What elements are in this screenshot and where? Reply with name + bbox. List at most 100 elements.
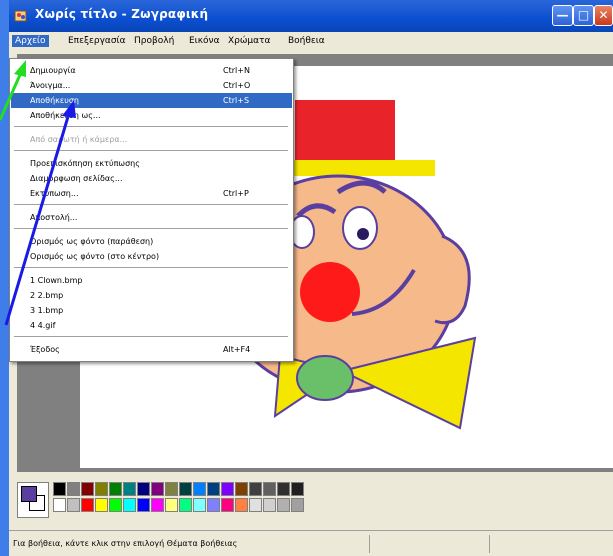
color-swatch[interactable]: [165, 498, 178, 512]
color-swatch[interactable]: [137, 498, 150, 512]
menu-edit[interactable]: Επεξεργασία: [65, 35, 129, 47]
menu-separator: [14, 228, 288, 229]
color-swatch[interactable]: [291, 482, 304, 496]
file-menu-item[interactable]: Διαμόρφωση σελίδας...: [11, 171, 292, 186]
file-menu-item[interactable]: Ορισμός ως φόντο (στο κέντρο): [11, 249, 292, 264]
color-swatch[interactable]: [53, 482, 66, 496]
color-swatch[interactable]: [151, 482, 164, 496]
color-swatch[interactable]: [165, 482, 178, 496]
status-divider: [369, 535, 370, 553]
menu-separator: [14, 204, 288, 205]
menu-item-shortcut: Ctrl+S: [223, 96, 250, 105]
menu-item-label: Εκτύπωση...: [30, 189, 79, 198]
clown-nose: [300, 262, 360, 322]
file-menu-item[interactable]: 1 Clown.bmp: [11, 273, 292, 288]
color-swatch[interactable]: [109, 498, 122, 512]
color-swatch[interactable]: [263, 482, 276, 496]
file-menu-item[interactable]: Αποθήκευση Ctrl+S: [11, 93, 292, 108]
color-swatch[interactable]: [53, 498, 66, 512]
maximize-icon: □: [577, 8, 590, 22]
menu-view[interactable]: Προβολή: [131, 35, 177, 47]
color-swatch[interactable]: [235, 482, 248, 496]
color-swatch[interactable]: [151, 498, 164, 512]
menu-item-label: 3 1.bmp: [30, 306, 64, 315]
menu-colors[interactable]: Χρώματα: [225, 35, 273, 47]
minimize-button[interactable]: —: [552, 5, 573, 26]
color-swatch[interactable]: [81, 482, 94, 496]
window-title: Χωρίς τίτλο - Ζωγραφική: [35, 7, 209, 21]
color-swatch[interactable]: [249, 498, 262, 512]
color-swatch[interactable]: [179, 498, 192, 512]
menu-item-label: Από σαρωτή ή κάμερα...: [30, 135, 128, 144]
close-icon: ✕: [598, 8, 609, 22]
menu-item-label: 1 Clown.bmp: [30, 276, 83, 285]
color-swatch[interactable]: [235, 498, 248, 512]
file-menu-item[interactable]: Εκτύπωση... Ctrl+P: [11, 186, 292, 201]
color-swatch[interactable]: [193, 498, 206, 512]
menu-item-label: Άνοιγμα...: [30, 81, 71, 90]
file-menu-item[interactable]: Έξοδος Alt+F4: [11, 342, 292, 357]
color-swatch[interactable]: [221, 482, 234, 496]
menu-item-shortcut: Alt+F4: [223, 345, 251, 354]
color-swatch[interactable]: [123, 498, 136, 512]
clown-eye: [342, 206, 378, 250]
color-swatch[interactable]: [221, 498, 234, 512]
bowtie-knot: [296, 355, 354, 401]
minimize-icon: —: [556, 8, 569, 22]
menu-item-label: 2 2.bmp: [30, 291, 64, 300]
color-swatch[interactable]: [207, 482, 220, 496]
color-swatch[interactable]: [179, 482, 192, 496]
menu-separator: [14, 126, 288, 127]
color-swatch[interactable]: [277, 482, 290, 496]
menu-image[interactable]: Εικόνα: [186, 35, 223, 47]
color-swatch[interactable]: [193, 482, 206, 496]
pupil: [357, 228, 369, 240]
menu-bar: Αρχείο Επεξεργασία Προβολή Εικόνα Χρώματ…: [9, 32, 613, 54]
foreground-color[interactable]: [21, 486, 37, 502]
menu-file[interactable]: Αρχείο: [12, 35, 49, 47]
color-swatch[interactable]: [123, 482, 136, 496]
file-menu-item: Από σαρωτή ή κάμερα...: [11, 132, 292, 147]
current-colors-box[interactable]: [17, 482, 49, 518]
menu-separator: [14, 267, 288, 268]
file-menu-item[interactable]: Δημιουργία Ctrl+N: [11, 63, 292, 78]
menu-item-label: Αποθήκευση: [30, 96, 79, 105]
menu-separator: [14, 336, 288, 337]
file-menu-item[interactable]: Ορισμός ως φόντο (παράθεση): [11, 234, 292, 249]
file-menu-item[interactable]: 2 2.bmp: [11, 288, 292, 303]
file-menu-item[interactable]: Αποστολή...: [11, 210, 292, 225]
menu-item-label: Προεπισκόπηση εκτύπωσης: [30, 159, 140, 168]
file-menu-item[interactable]: Άνοιγμα... Ctrl+O: [11, 78, 292, 93]
color-swatch[interactable]: [277, 498, 290, 512]
file-menu-item[interactable]: 4 4.gif: [11, 318, 292, 333]
color-swatch[interactable]: [263, 498, 276, 512]
menu-item-label: Έξοδος: [30, 345, 60, 354]
color-swatch[interactable]: [291, 498, 304, 512]
color-swatch[interactable]: [67, 498, 80, 512]
hat-crown: [295, 100, 395, 164]
color-swatch[interactable]: [249, 482, 262, 496]
color-swatch[interactable]: [95, 498, 108, 512]
color-swatch[interactable]: [109, 482, 122, 496]
menu-item-label: Αποστολή...: [30, 213, 78, 222]
menu-help[interactable]: Βοήθεια: [285, 35, 328, 47]
menu-item-shortcut: Ctrl+O: [223, 81, 251, 90]
close-button[interactable]: ✕: [594, 5, 613, 26]
menu-item-label: Ορισμός ως φόντο (στο κέντρο): [30, 252, 160, 261]
menu-item-shortcut: Ctrl+N: [223, 66, 250, 75]
file-menu-item[interactable]: Αποθήκευση ως...: [11, 108, 292, 123]
status-bar: Για βοήθεια, κάντε κλικ στην επιλογή Θέμ…: [9, 530, 613, 556]
color-swatch[interactable]: [207, 498, 220, 512]
color-swatch[interactable]: [67, 482, 80, 496]
menu-item-label: Διαμόρφωση σελίδας...: [30, 174, 123, 183]
file-menu-item[interactable]: Προεπισκόπηση εκτύπωσης: [11, 156, 292, 171]
file-menu-dropdown: Δημιουργία Ctrl+N Άνοιγμα... Ctrl+O Αποθήκευ…: [9, 58, 294, 362]
file-menu-item[interactable]: 3 1.bmp: [11, 303, 292, 318]
maximize-button[interactable]: □: [573, 5, 594, 26]
color-swatch[interactable]: [95, 482, 108, 496]
title-bar[interactable]: Χωρίς τίτλο - Ζωγραφική — □ ✕: [9, 0, 613, 32]
color-swatch[interactable]: [137, 482, 150, 496]
color-swatch[interactable]: [81, 498, 94, 512]
status-text: Για βοήθεια, κάντε κλικ στην επιλογή Θέμ…: [13, 539, 238, 548]
menu-item-label: Αποθήκευση ως...: [30, 111, 101, 120]
